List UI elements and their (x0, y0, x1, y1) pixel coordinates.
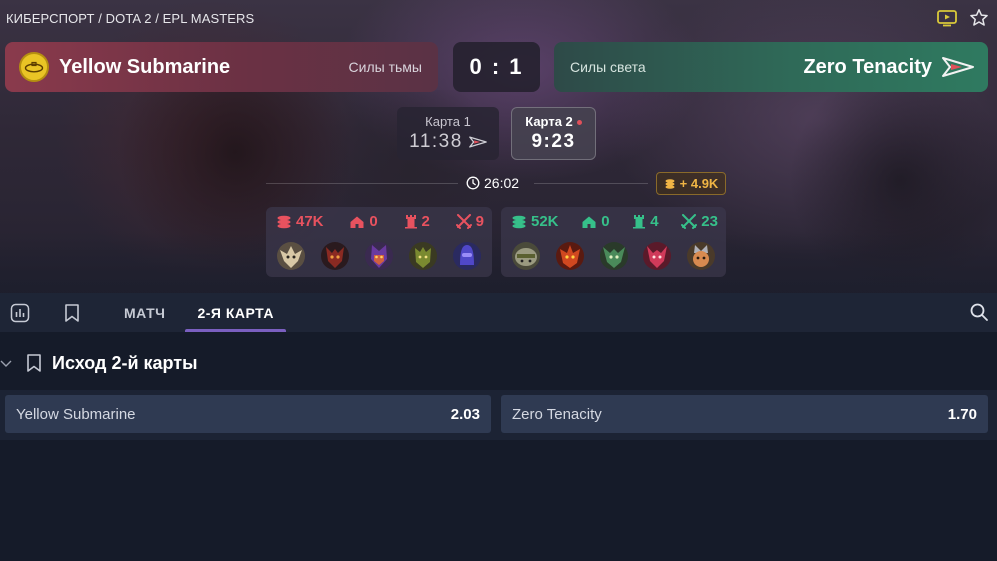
live-dot-icon (576, 120, 582, 126)
map2-label: Карта 2 (525, 114, 582, 129)
team1-barracks: 2 (404, 213, 430, 230)
market-title: Исход 2-й карты (52, 352, 198, 373)
team1-kills: 9 (455, 213, 484, 230)
tab-map2[interactable]: 2-Я КАРТА (185, 293, 286, 332)
team2-towers: 0 (581, 213, 610, 230)
tower-icon (404, 215, 417, 229)
bar-chart-icon (10, 303, 30, 322)
team1-barracks-value: 2 (421, 213, 430, 230)
hero-icon-2[interactable] (320, 241, 350, 271)
outcome-button-team1[interactable]: Yellow Submarine 2.03 (5, 395, 491, 433)
team2-gold-value: 52K (531, 213, 559, 230)
map1-time: 11:38 (409, 131, 487, 153)
coins-icon (277, 215, 291, 228)
team2-bar[interactable]: Силы света Zero Tenacity (554, 42, 988, 92)
team2-gold: 52K (511, 213, 559, 230)
hero-icon-3[interactable] (364, 241, 394, 271)
hero-icon-7[interactable] (555, 241, 585, 271)
tab-match[interactable]: МАТЧ (112, 293, 177, 332)
bookmark-icon (65, 303, 79, 322)
coins-icon (665, 178, 675, 189)
tv-icon[interactable] (937, 9, 957, 32)
hero-icon-10[interactable] (686, 241, 716, 271)
outcome-name: Zero Tenacity (512, 405, 602, 423)
coins-icon (512, 215, 526, 228)
outcome-button-team2[interactable]: Zero Tenacity 1.70 (501, 395, 988, 433)
team1-gold: 47K (276, 213, 324, 230)
team1-gold-value: 47K (296, 213, 324, 230)
hero-icon-8[interactable] (599, 241, 629, 271)
team1-bar[interactable]: Yellow Submarine Силы тьмы (5, 42, 438, 92)
timer-divider (266, 183, 458, 184)
outcome-name: Yellow Submarine (16, 405, 136, 423)
team1-towers-value: 0 (369, 213, 378, 230)
market-header[interactable]: Исход 2-й карты (0, 344, 997, 382)
team2-side: Силы света (570, 59, 646, 75)
hero-icon-4[interactable] (408, 241, 438, 271)
map1-duration: 11:38 (409, 131, 463, 152)
timer-divider (534, 183, 648, 184)
market-outcomes: Yellow Submarine 2.03 Zero Tenacity 1.70 (0, 390, 997, 440)
map2-label-text: Карта 2 (525, 114, 573, 129)
swords-icon (681, 214, 698, 229)
market-tabbar: МАТЧ 2-Я КАРТА (0, 293, 997, 332)
house-icon (582, 216, 596, 228)
team1-heroes (276, 241, 482, 271)
match-score: 0 : 1 (453, 42, 540, 92)
clock-icon (466, 176, 480, 190)
game-timer-value: 26:02 (484, 175, 520, 191)
team2-kills-value: 23 (701, 213, 718, 230)
map1-label: Карта 1 (425, 114, 471, 129)
favorites-tab[interactable] (52, 293, 92, 332)
team2-barracks-value: 4 (650, 213, 659, 230)
team1-towers: 0 (349, 213, 378, 230)
house-icon (350, 216, 364, 228)
team2-towers-value: 0 (601, 213, 610, 230)
gold-lead-value: + 4.9K (679, 176, 719, 191)
hero-icon-9[interactable] (642, 241, 672, 271)
team1-side: Силы тьмы (348, 59, 422, 75)
breadcrumb[interactable]: КИБЕРСПОРТ / DOTA 2 / EPL MASTERS (6, 11, 254, 26)
outcome-odd: 2.03 (450, 405, 480, 423)
search-button[interactable] (969, 302, 989, 327)
hero-icon-1[interactable] (276, 241, 306, 271)
map1-winner-logo-icon (468, 136, 487, 148)
team2-name: Zero Tenacity (803, 55, 932, 78)
team2-kills: 23 (681, 213, 718, 230)
hero-icon-5[interactable] (452, 241, 482, 271)
hero-fade (0, 233, 997, 293)
chevron-down-icon[interactable] (0, 358, 12, 368)
search-icon (970, 303, 988, 321)
map2-card[interactable]: Карта 2 9:23 (511, 107, 596, 160)
team1-kills-value: 9 (475, 213, 484, 230)
stats-tab[interactable] (0, 293, 40, 332)
map1-card[interactable]: Карта 1 11:38 (397, 107, 499, 160)
map2-time: 9:23 (531, 131, 576, 152)
swords-icon (455, 214, 472, 229)
team2-barracks: 4 (632, 213, 659, 230)
tower-icon (633, 215, 646, 229)
team2-heroes (511, 241, 716, 271)
hero-icon-6[interactable] (511, 241, 541, 271)
top-actions (937, 8, 989, 33)
game-timer: 26:02 (466, 175, 519, 191)
bookmark-icon[interactable] (26, 353, 42, 373)
team1-stats-panel: 47K 0 2 9 (266, 207, 492, 277)
yellow-submarine-logo (19, 52, 49, 82)
outcome-odd: 1.70 (947, 405, 977, 423)
team1-name: Yellow Submarine (59, 55, 231, 78)
team2-stats-panel: 52K 0 4 23 (501, 207, 726, 277)
star-icon[interactable] (969, 8, 989, 33)
gold-lead-badge: + 4.9K (656, 172, 726, 195)
